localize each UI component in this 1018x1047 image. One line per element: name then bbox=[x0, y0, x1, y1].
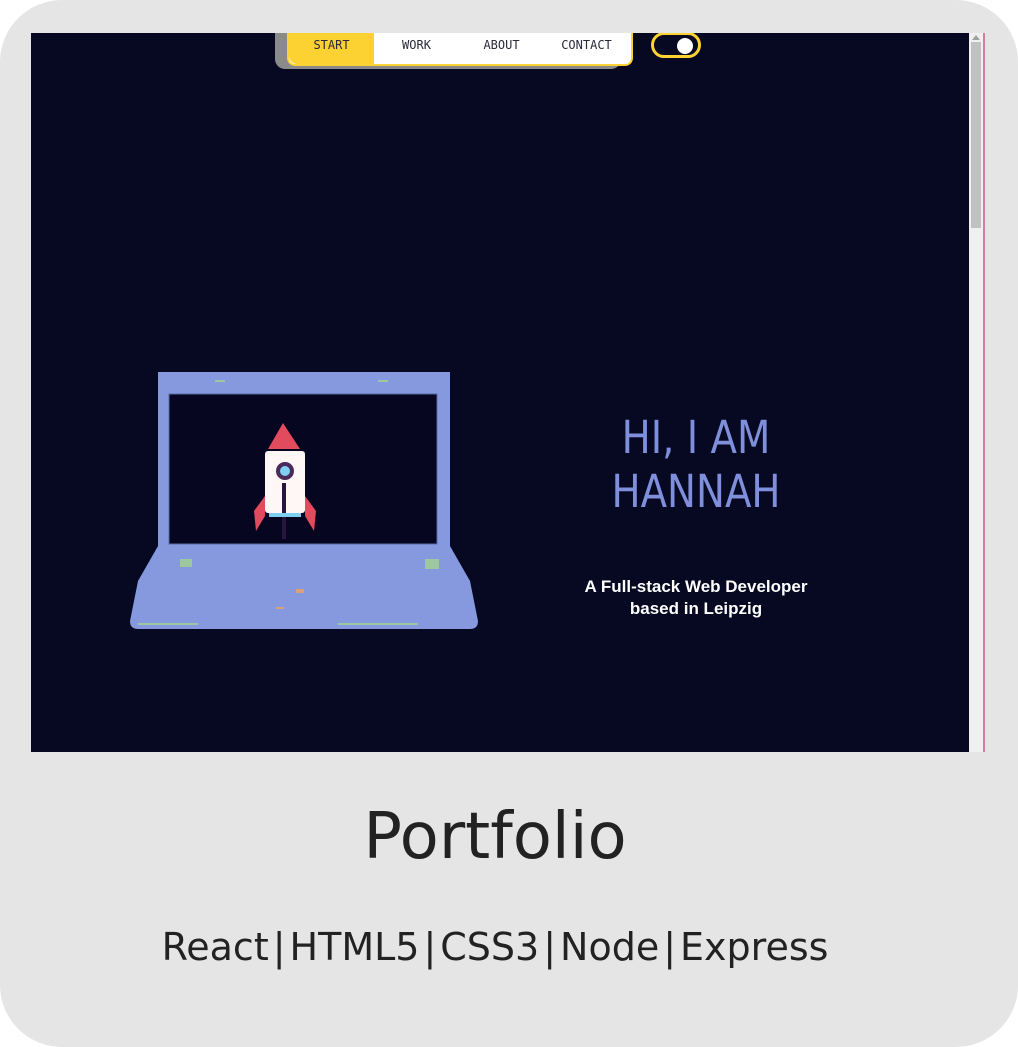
tag-express: Express bbox=[680, 925, 829, 969]
nav-contact[interactable]: CONTACT bbox=[544, 33, 629, 64]
theme-toggle[interactable] bbox=[651, 33, 701, 58]
tag-css3: CSS3 bbox=[440, 925, 540, 969]
hero-subtitle-line1: A Full-stack Web Developer bbox=[584, 577, 808, 596]
scrollbar-thumb[interactable] bbox=[971, 42, 981, 228]
tag-separator: | bbox=[663, 925, 677, 969]
hero-subtitle: A Full-stack Web Developer based in Leip… bbox=[551, 576, 841, 620]
project-title: Portfolio bbox=[363, 800, 627, 874]
main-nav: START WORK ABOUT CONTACT bbox=[287, 33, 633, 66]
edge-strip bbox=[983, 33, 985, 752]
portfolio-page: START WORK ABOUT CONTACT HI, I AM HANNAH… bbox=[31, 33, 969, 752]
tag-separator: | bbox=[423, 925, 437, 969]
hero-subtitle-line2: based in Leipzig bbox=[629, 599, 763, 618]
project-screenshot: START WORK ABOUT CONTACT HI, I AM HANNAH… bbox=[31, 33, 985, 752]
tag-html5: HTML5 bbox=[289, 925, 420, 969]
hero-title: HI, I AM HANNAH bbox=[571, 411, 820, 519]
toggle-knob-icon bbox=[677, 38, 693, 54]
scroll-up-arrow-icon[interactable] bbox=[972, 35, 980, 40]
tag-react: React bbox=[161, 925, 269, 969]
tag-separator: | bbox=[272, 925, 286, 969]
hero-title-line1: HI, I AM bbox=[621, 411, 771, 464]
laptop-rocket-illustration bbox=[130, 372, 478, 629]
laptop-base bbox=[130, 546, 478, 629]
scrollbar[interactable] bbox=[969, 33, 983, 752]
hero-title-line2: HANNAH bbox=[611, 465, 781, 518]
tech-tags: React | HTML5 | CSS3 | Node | Express bbox=[0, 925, 990, 969]
nav-about[interactable]: ABOUT bbox=[459, 33, 544, 64]
nav-start[interactable]: START bbox=[289, 33, 374, 64]
project-card[interactable]: START WORK ABOUT CONTACT HI, I AM HANNAH… bbox=[0, 0, 1018, 1047]
tag-separator: | bbox=[543, 925, 557, 969]
tag-node: Node bbox=[560, 925, 660, 969]
nav-work[interactable]: WORK bbox=[374, 33, 459, 64]
